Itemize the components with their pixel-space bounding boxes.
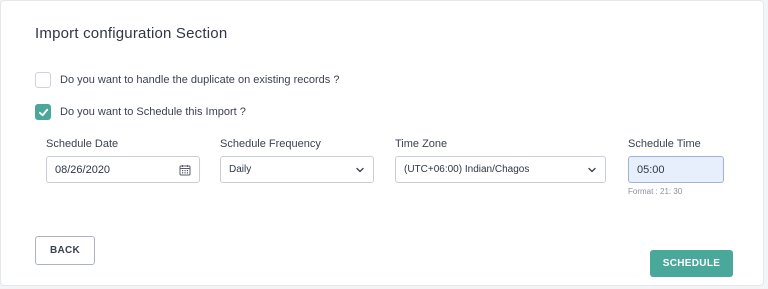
schedule-button[interactable]: SCHEDULE: [650, 250, 733, 277]
schedule-time-format-hint: Format : 21: 30: [628, 187, 683, 196]
chevron-down-icon: [588, 167, 596, 172]
duplicate-checkbox[interactable]: [35, 72, 51, 88]
schedule-date-value: 08/26/2020: [55, 163, 111, 176]
schedule-frequency-label: Schedule Frequency: [220, 138, 321, 150]
checkmark-icon: [38, 108, 48, 116]
time-zone-field: Time Zone (UTC+06:00) Indian/Chagos: [395, 138, 606, 183]
schedule-frequency-value: Daily: [229, 164, 252, 175]
section-title: Import configuration Section: [35, 25, 228, 42]
schedule-frequency-select[interactable]: Daily: [220, 156, 374, 183]
schedule-time-label: Schedule Time: [628, 138, 701, 150]
schedule-date-label: Schedule Date: [46, 138, 119, 150]
back-button[interactable]: BACK: [35, 236, 95, 265]
schedule-frequency-field: Schedule Frequency Daily: [220, 138, 374, 183]
calendar-icon[interactable]: [179, 164, 191, 176]
time-zone-select[interactable]: (UTC+06:00) Indian/Chagos: [395, 156, 606, 183]
schedule-time-input[interactable]: 05:00: [628, 156, 724, 183]
import-configuration-card: Import configuration Section Do you want…: [0, 0, 764, 286]
schedule-time-value: 05:00: [637, 163, 665, 176]
duplicate-option-row[interactable]: Do you want to handle the duplicate on e…: [35, 72, 339, 88]
schedule-time-field: Schedule Time 05:00 Format : 21: 30: [628, 138, 724, 196]
schedule-date-input[interactable]: 08/26/2020: [46, 156, 200, 183]
chevron-down-icon: [356, 167, 364, 172]
schedule-checkbox[interactable]: [35, 104, 51, 120]
schedule-option-row[interactable]: Do you want to Schedule this Import ?: [35, 104, 246, 120]
duplicate-checkbox-label[interactable]: Do you want to handle the duplicate on e…: [60, 74, 339, 86]
schedule-checkbox-label[interactable]: Do you want to Schedule this Import ?: [60, 106, 246, 118]
time-zone-value: (UTC+06:00) Indian/Chagos: [404, 164, 530, 175]
schedule-date-field: Schedule Date 08/26/2020: [46, 138, 200, 183]
time-zone-label: Time Zone: [395, 138, 448, 150]
